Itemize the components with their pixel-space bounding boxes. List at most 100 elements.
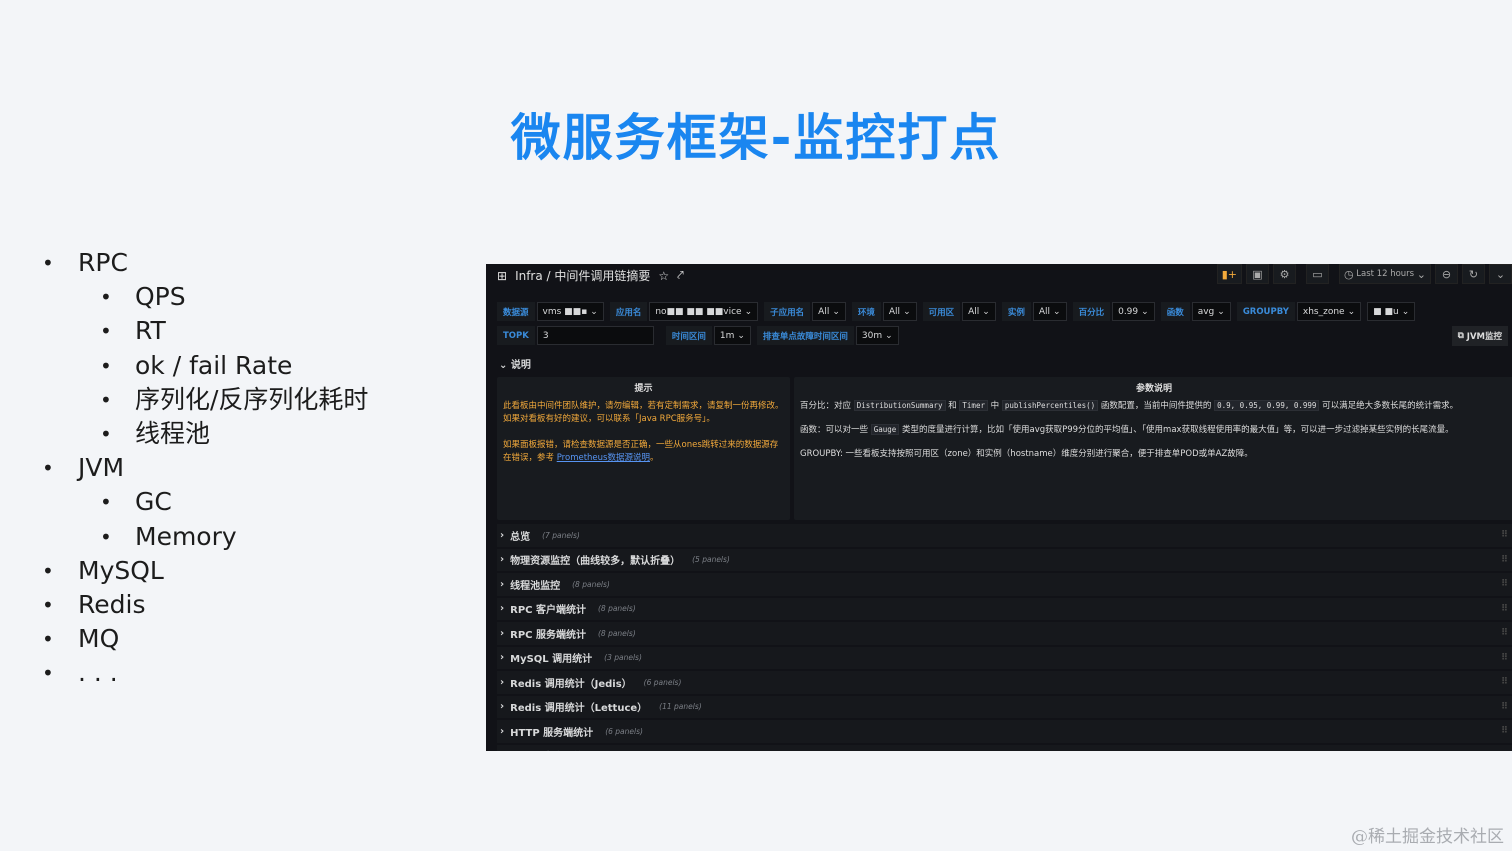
row-title: 总览 (510, 531, 531, 543)
row-panel-count: (6 panels) (643, 677, 682, 687)
share-icon[interactable]: ⤤ (677, 268, 684, 283)
dashboard-row[interactable]: › RPC 客户端统计 (8 panels) ⠿ (497, 597, 1512, 620)
variable-select[interactable]: 1m ⌄ (713, 326, 751, 345)
dashboards-icon[interactable]: ⊞ (497, 269, 507, 283)
text: 百分比：对应 (800, 401, 854, 411)
variable: 百分比 0.99 ⌄ (1072, 302, 1155, 321)
add-panel-button[interactable]: ▮+ (1216, 264, 1242, 284)
bullet-text: RPC (78, 248, 128, 277)
chevron-right-icon: › (500, 725, 505, 737)
star-icon[interactable]: ☆ (658, 269, 669, 283)
dashboard-row[interactable]: › Redis 调用统计（Jedis） (6 panels) ⠿ (497, 671, 1512, 694)
variable: 可用区 All ⌄ (922, 302, 996, 321)
variable-label: 排查单点故障时间区间 (756, 326, 854, 345)
prometheus-link[interactable]: Prometheus数据源说明 (557, 453, 650, 463)
tips-text: 此看板由中间件团队维护，请勿编辑，若有定制需求，请复制一份再修改。如果对看板有好… (503, 401, 784, 424)
chevron-right-icon: › (500, 676, 505, 688)
bullet-icon: • (42, 251, 54, 275)
section-row-explain[interactable]: ⌄ 说明 (499, 356, 531, 371)
variable: 时间区间 1m ⌄ (665, 326, 751, 345)
bullet-text: 序列化/反序列化耗时 (135, 384, 369, 414)
save-button[interactable]: ▣ (1246, 264, 1269, 284)
drag-handle-icon[interactable]: ⠿ (1501, 702, 1508, 712)
jvm-link-button[interactable]: ⧉ JVM监控 (1451, 326, 1508, 346)
chevron-right-icon: › (500, 701, 505, 713)
variable-select[interactable]: xhs_zone ⌄ (1296, 302, 1362, 321)
bullet-text: RT (135, 316, 166, 346)
variable-select[interactable]: All ⌄ (1032, 302, 1067, 321)
zoom-out-icon: ⊖ (1441, 267, 1452, 281)
variable-label: 实例 (1001, 302, 1031, 321)
variable-select[interactable]: avg ⌄ (1191, 302, 1231, 321)
chevron-down-icon: ⌄ (1141, 306, 1149, 317)
bullet-text: . . . (78, 658, 118, 688)
dashboard-row[interactable]: › Redis 调用统计（Lettuce） (11 panels) ⠿ (497, 695, 1512, 718)
variable: ■ ■u ⌄ (1367, 302, 1416, 321)
variable-select[interactable]: All ⌄ (882, 302, 917, 321)
dashboard-row[interactable]: › RPC 服务端统计 (8 panels) ⠿ (497, 622, 1512, 645)
dashboard-row[interactable]: › MySQL 调用统计 (3 panels) ⠿ (497, 646, 1512, 669)
add-panel-icon: ▮+ (1221, 267, 1237, 281)
tv-mode-button[interactable]: ▭ (1306, 264, 1329, 284)
drag-handle-icon[interactable]: ⠿ (1501, 555, 1508, 565)
drag-handle-icon[interactable]: ⠿ (1501, 677, 1508, 687)
drag-handle-icon[interactable]: ⠿ (1501, 579, 1508, 589)
dashboard-row[interactable]: › 总览 (7 panels) ⠿ (497, 524, 1512, 547)
chevron-down-icon: ⌄ (1217, 306, 1225, 317)
topk-input[interactable]: 3 (536, 326, 654, 345)
code-snippet: DistributionSummary (853, 400, 946, 411)
refresh-interval-button[interactable]: ⌄ (1489, 264, 1512, 284)
row-title: 物理资源监控（曲线较多，默认折叠） (510, 556, 681, 568)
dashboard-row[interactable]: ›HTTP 客户端统计⠿ (497, 744, 1512, 751)
variable: 子应用名 All ⌄ (764, 302, 846, 321)
bullet-text: MQ (78, 624, 120, 654)
drag-handle-icon[interactable]: ⠿ (1501, 628, 1508, 638)
variable-select[interactable]: ■ ■u ⌄ (1367, 302, 1416, 321)
variable-select[interactable]: vms ■■▪ ⌄ (536, 302, 604, 321)
time-range: Last 12 hours (1356, 269, 1415, 279)
bullet-icon: • (42, 627, 54, 652)
watermark: @稀土掘金技术社区 (1351, 827, 1504, 847)
bullet-icon: • (100, 421, 112, 446)
variable-select[interactable]: All ⌄ (812, 302, 846, 321)
variable-select[interactable]: 30m ⌄ (855, 326, 899, 345)
breadcrumb[interactable]: Infra / 中间件调用链摘要 (515, 267, 650, 284)
bullet-icon: • (100, 524, 112, 549)
drag-handle-icon[interactable]: ⠿ (1501, 604, 1508, 614)
row-panel-count: (6 panels) (605, 726, 643, 736)
param-percentile: 百分比：对应 DistributionSummary 和 Timer 中 pub… (800, 400, 1508, 412)
text: 函数：可以对一些 (800, 425, 871, 435)
bullet-icon: • (42, 661, 54, 686)
variable: 数据源 vms ■■▪ ⌄ (497, 302, 604, 321)
row-panel-count: (8 panels) (597, 604, 636, 614)
variable-select[interactable]: 0.99 ⌄ (1112, 302, 1155, 321)
dashboard-row[interactable]: › 物理资源监控（曲线较多，默认折叠） (5 panels) ⠿ (497, 548, 1512, 571)
drag-handle-icon[interactable]: ⠿ (1501, 530, 1508, 540)
variable-label: 时间区间 (665, 326, 712, 345)
chevron-down-icon: ⌄ (903, 306, 911, 317)
dashboard-row[interactable]: › HTTP 服务端统计 (6 panels) ⠿ (497, 720, 1512, 743)
param-groupby: GROUPBY: 一些看板支持按照可用区（zone）和实例（hostname）维… (800, 449, 1253, 459)
variable-label: 数据源 (497, 302, 535, 321)
bullet-icon: • (100, 285, 112, 310)
settings-button[interactable]: ⚙ (1273, 264, 1296, 284)
variable-select[interactable]: no■■ ■■ ■■vice ⌄ (649, 302, 759, 321)
bullet-icon: • (100, 387, 112, 412)
row-panel-count: (5 panels) (692, 555, 730, 565)
bullet-icon: • (100, 490, 112, 515)
chevron-right-icon: › (500, 529, 505, 541)
refresh-icon: ↻ (1468, 267, 1479, 281)
variable-value: ■ ■u (1373, 306, 1399, 317)
bullet-text: JVM (78, 453, 125, 483)
row-title: RPC 客户端统计 (510, 605, 586, 617)
refresh-button[interactable]: ↻ (1462, 264, 1485, 284)
time-picker[interactable]: ◷ Last 12 hours ⌄ (1339, 264, 1431, 284)
variable-select[interactable]: All ⌄ (962, 302, 996, 321)
text: 类型的度量进行计算，比如「使用avg获取P99分位的平均值」、「使用max获取线… (899, 425, 1454, 435)
dashboard-row[interactable]: › 线程池监控 (8 panels) ⠿ (497, 573, 1512, 596)
drag-handle-icon[interactable]: ⠿ (1501, 653, 1508, 663)
chevron-down-icon: ⌄ (1053, 306, 1061, 317)
drag-handle-icon[interactable]: ⠿ (1501, 726, 1508, 736)
zoom-out-button[interactable]: ⊖ (1435, 264, 1458, 284)
variable-label: 环境 (851, 302, 881, 321)
